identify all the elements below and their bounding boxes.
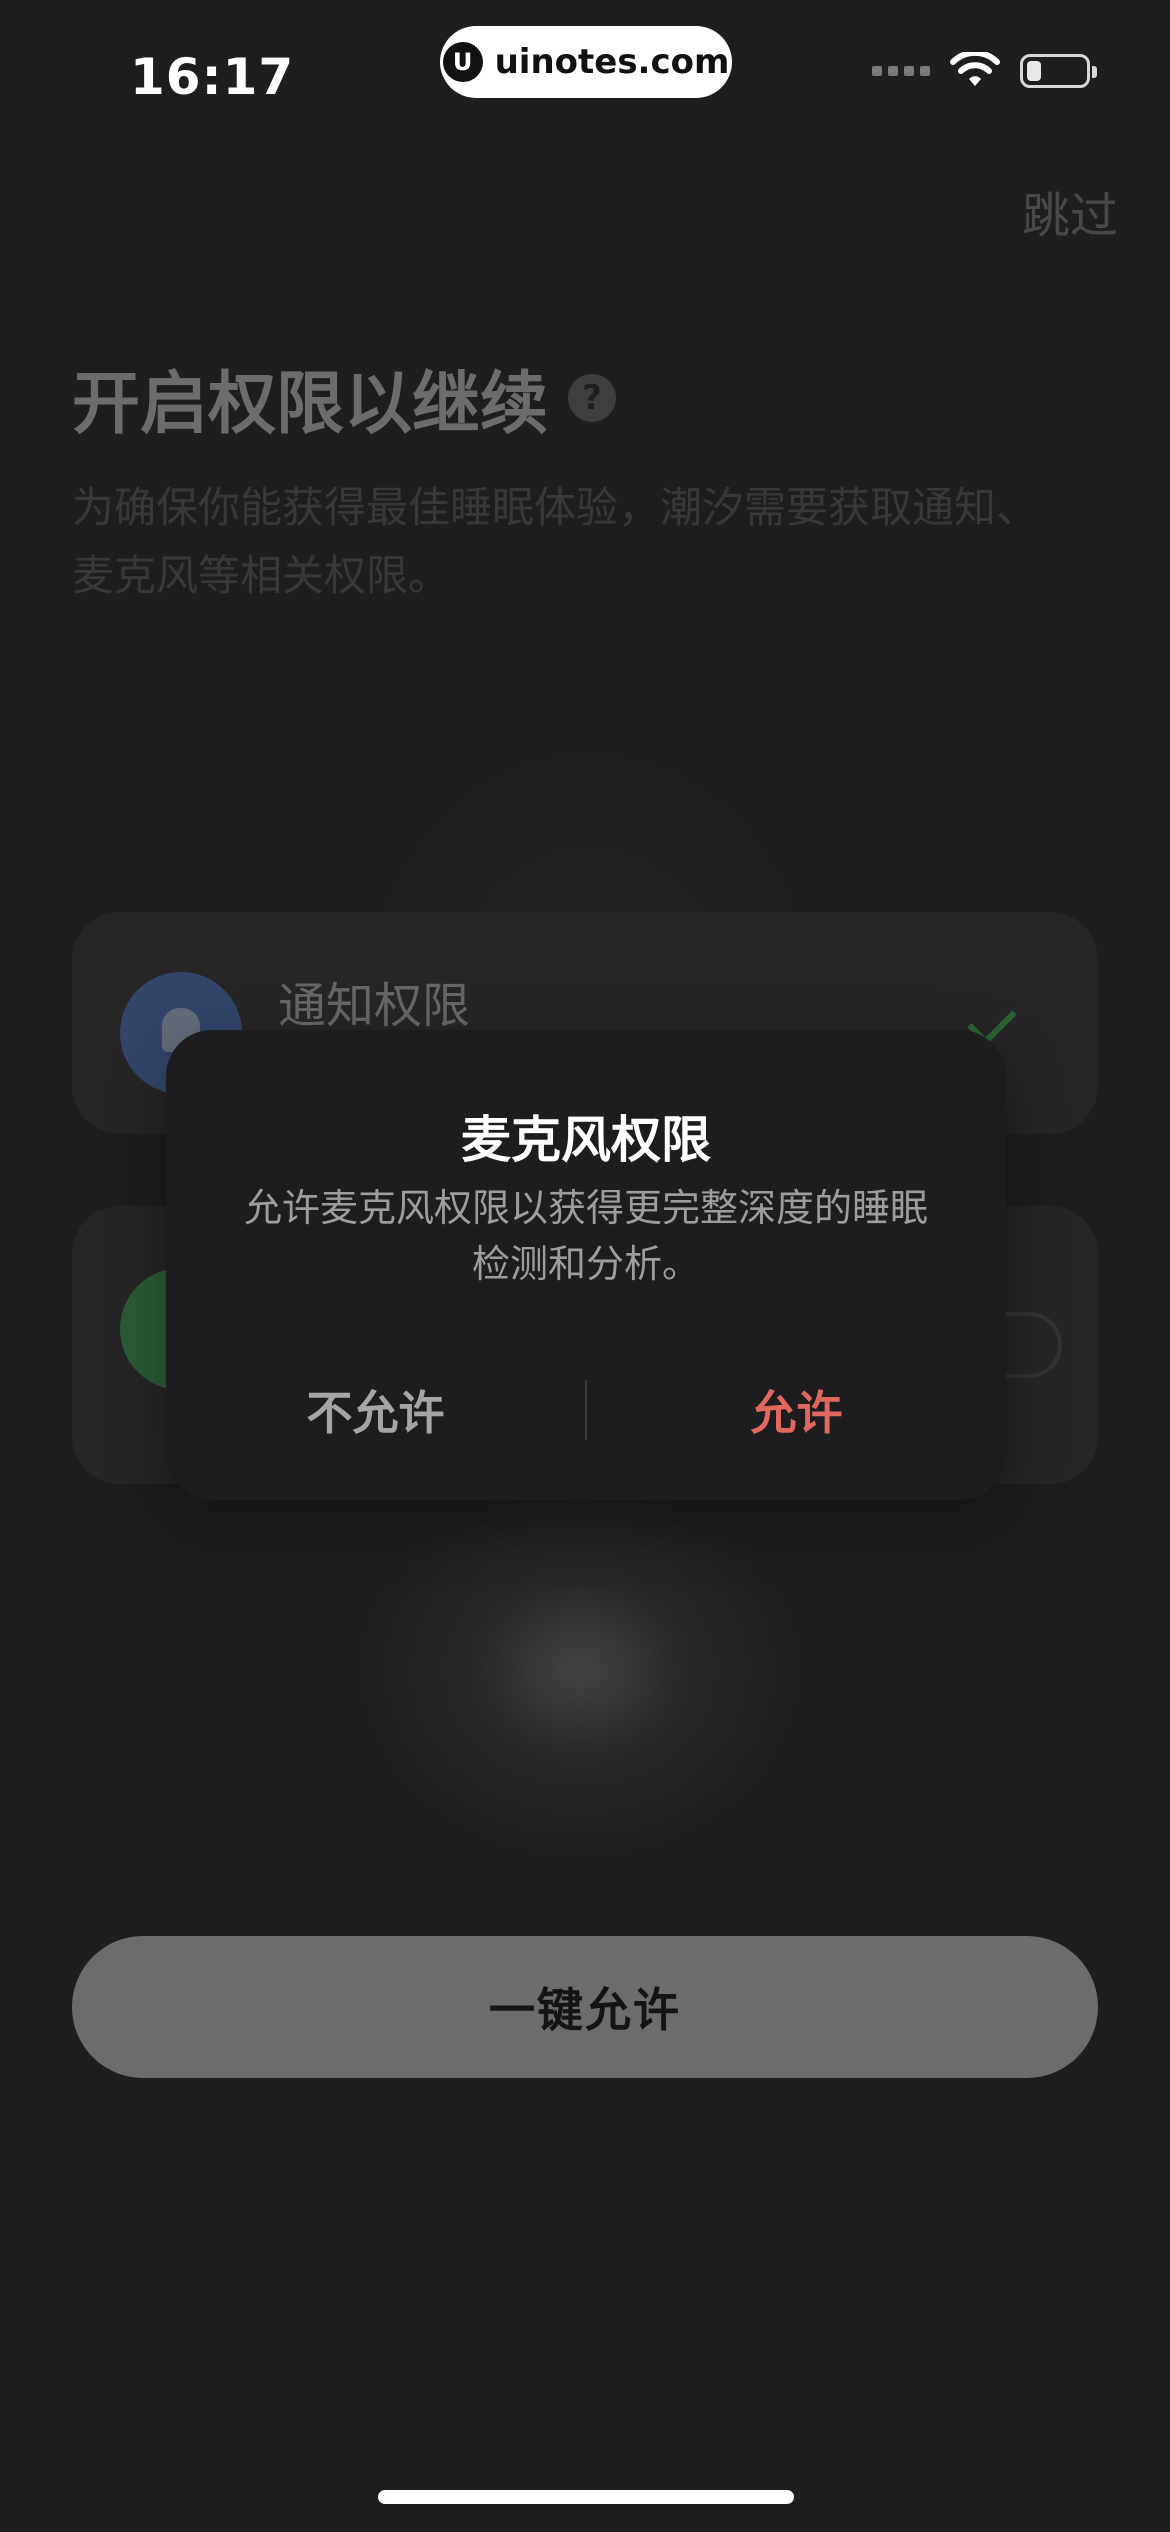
battery-icon	[1020, 54, 1097, 88]
dialog-message: 允许麦克风权限以获得更完整深度的睡眠检测和分析。	[243, 1186, 928, 1286]
site-logo-icon: U	[442, 42, 483, 82]
permission-screen: 跳过 开启权限以继续 ? 为确保你能获得最佳睡眠体验，潮汐需要获取通知、麦克风等…	[0, 0, 1170, 2532]
dialog-title: 麦克风权限	[461, 1111, 711, 1169]
deny-button[interactable]: 不允许	[166, 1377, 585, 1443]
url-pill: U uinotes.com	[440, 26, 732, 98]
status-icons	[872, 52, 1097, 90]
url-text: uinotes.com	[494, 42, 730, 82]
battery-fill	[1027, 61, 1041, 81]
microphone-permission-dialog: 麦克风权限 允许麦克风权限以获得更完整深度的睡眠检测和分析。 不允许 允许	[166, 1030, 1006, 1500]
signal-icon	[872, 66, 930, 76]
allow-button[interactable]: 允许	[587, 1377, 1006, 1443]
wifi-icon	[950, 52, 1000, 86]
dialog-actions: 不允许 允许	[166, 1360, 1006, 1460]
status-time: 16:17	[130, 48, 295, 106]
home-indicator	[378, 2490, 794, 2504]
